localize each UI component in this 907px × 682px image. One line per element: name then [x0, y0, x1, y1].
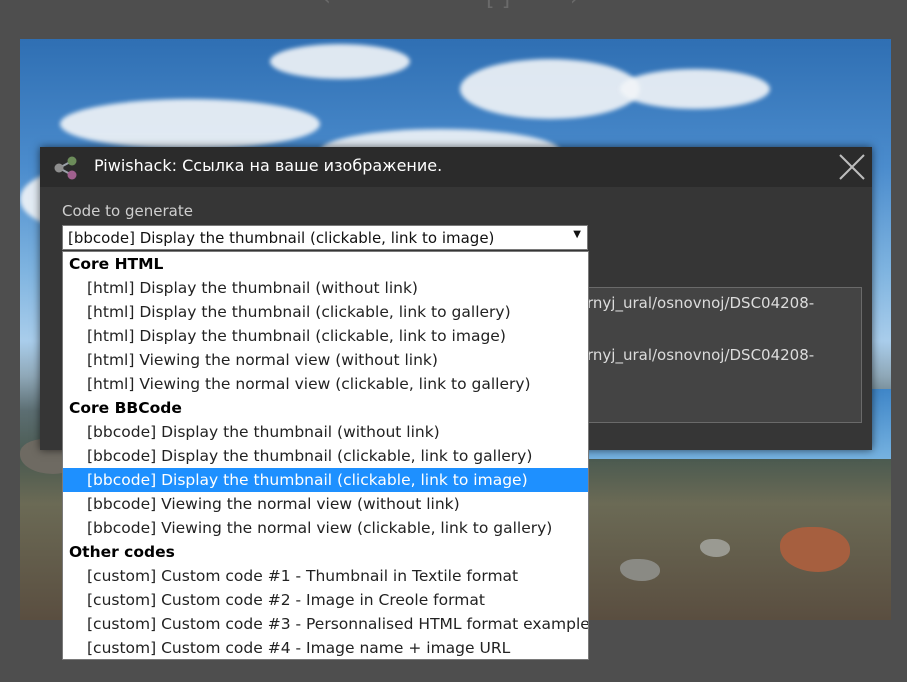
code-type-select[interactable]: [bbcode] Display the thumbnail (clickabl… — [62, 225, 588, 250]
generated-code-textarea[interactable]: rnyj_ural/osnovnoj/DSC04208- rnyj_ural/o… — [580, 287, 862, 423]
code-type-options-list: Core HTML [html] Display the thumbnail (w… — [62, 251, 589, 660]
bracket-icon: [ ] — [486, 0, 510, 11]
next-arrow-icon[interactable]: › — [570, 0, 579, 11]
dropdown-option[interactable]: [bbcode] Display the thumbnail (clickabl… — [63, 468, 588, 492]
optgroup-label: Core BBCode — [69, 399, 182, 417]
dropdown-option[interactable]: [custom] Custom code #1 - Thumbnail in T… — [63, 564, 588, 588]
dropdown-option[interactable]: [html] Display the thumbnail (without li… — [63, 276, 588, 300]
dropdown-option[interactable]: [bbcode] Viewing the normal view (clicka… — [63, 516, 588, 540]
code-line: rnyj_ural/osnovnoj/DSC04208- — [587, 346, 815, 364]
code-to-generate-label: Code to generate — [62, 202, 193, 220]
dropdown-arrow-icon: ▼ — [573, 229, 581, 240]
code-line: rnyj_ural/osnovnoj/DSC04208- — [587, 294, 815, 312]
share-icon — [54, 156, 77, 180]
dialog-header: Piwishack: Ссылка на ваше изображение. — [40, 147, 872, 187]
close-icon[interactable] — [838, 153, 866, 181]
dropdown-option[interactable]: [bbcode] Viewing the normal view (withou… — [63, 492, 588, 516]
top-nav-glyphs: ‹ [ ] › — [0, 0, 907, 11]
optgroup-label: Core HTML — [69, 255, 164, 273]
dropdown-option[interactable]: [custom] Custom code #3 - Personnalised … — [63, 612, 588, 636]
dialog-title: Piwishack: Ссылка на ваше изображение. — [94, 156, 443, 175]
dropdown-option[interactable]: [html] Display the thumbnail (clickable,… — [63, 324, 588, 348]
select-value: [bbcode] Display the thumbnail (clickabl… — [68, 229, 495, 247]
dropdown-option[interactable]: [custom] Custom code #2 - Image in Creol… — [63, 588, 588, 612]
dropdown-option[interactable]: [bbcode] Display the thumbnail (without … — [63, 420, 588, 444]
dropdown-option[interactable]: [custom] Custom code #4 - Image name + i… — [63, 636, 588, 659]
dropdown-option[interactable]: [html] Viewing the normal view (clickabl… — [63, 372, 588, 396]
dropdown-option[interactable]: [html] Viewing the normal view (without … — [63, 348, 588, 372]
prev-arrow-icon[interactable]: ‹ — [322, 0, 331, 11]
optgroup-label: Other codes — [69, 543, 175, 561]
dropdown-option[interactable]: [bbcode] Display the thumbnail (clickabl… — [63, 444, 588, 468]
dropdown-option[interactable]: [html] Display the thumbnail (clickable,… — [63, 300, 588, 324]
